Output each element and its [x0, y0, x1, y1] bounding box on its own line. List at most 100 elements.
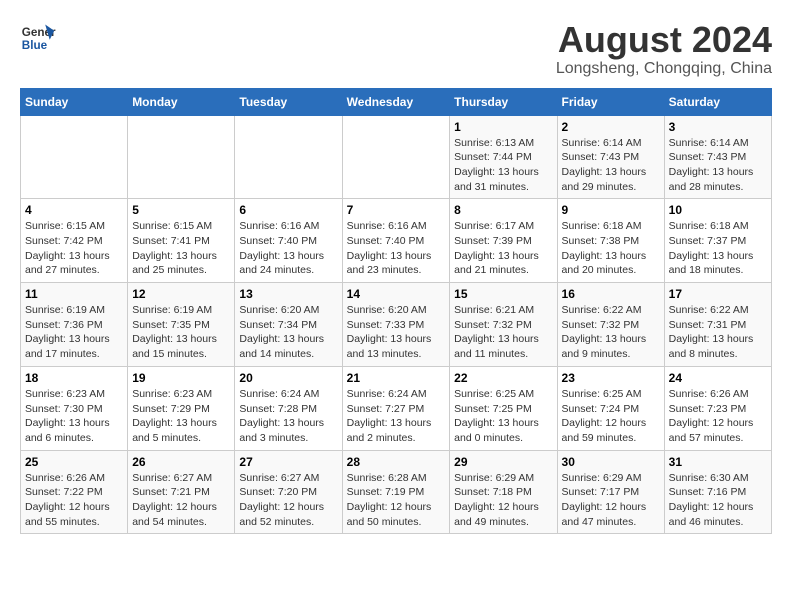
- day-number: 12: [132, 287, 230, 301]
- day-number: 14: [347, 287, 446, 301]
- day-info: Sunrise: 6:30 AMSunset: 7:16 PMDaylight:…: [669, 471, 767, 530]
- day-number: 18: [25, 371, 123, 385]
- calendar-cell: 1Sunrise: 6:13 AMSunset: 7:44 PMDaylight…: [450, 115, 557, 199]
- col-saturday: Saturday: [664, 88, 771, 115]
- day-number: 5: [132, 203, 230, 217]
- day-info: Sunrise: 6:16 AMSunset: 7:40 PMDaylight:…: [239, 219, 337, 278]
- day-number: 9: [562, 203, 660, 217]
- calendar-cell: 4Sunrise: 6:15 AMSunset: 7:42 PMDaylight…: [21, 199, 128, 283]
- day-info: Sunrise: 6:29 AMSunset: 7:18 PMDaylight:…: [454, 471, 552, 530]
- day-info: Sunrise: 6:23 AMSunset: 7:29 PMDaylight:…: [132, 387, 230, 446]
- day-info: Sunrise: 6:24 AMSunset: 7:27 PMDaylight:…: [347, 387, 446, 446]
- calendar-cell: [128, 115, 235, 199]
- day-info: Sunrise: 6:20 AMSunset: 7:34 PMDaylight:…: [239, 303, 337, 362]
- calendar-cell: 13 Sunrise: 6:20 AMSunset: 7:34 PMDayligh…: [235, 283, 342, 367]
- calendar-cell: 18 Sunrise: 6:23 AMSunset: 7:30 PMDayligh…: [21, 366, 128, 450]
- col-wednesday: Wednesday: [342, 88, 450, 115]
- calendar-cell: 29 Sunrise: 6:29 AMSunset: 7:18 PMDayligh…: [450, 450, 557, 534]
- day-info: Sunrise: 6:14 AMSunset: 7:43 PMDaylight:…: [669, 136, 767, 195]
- logo: General Blue: [20, 20, 56, 56]
- calendar-cell: 21Sunrise: 6:24 AMSunset: 7:27 PMDayligh…: [342, 366, 450, 450]
- calendar-cell: 19 Sunrise: 6:23 AMSunset: 7:29 PMDayligh…: [128, 366, 235, 450]
- calendar-cell: 25 Sunrise: 6:26 AMSunset: 7:22 PMDayligh…: [21, 450, 128, 534]
- day-info: Sunrise: 6:21 AMSunset: 7:32 PMDaylight:…: [454, 303, 552, 362]
- calendar-cell: 5Sunrise: 6:15 AMSunset: 7:41 PMDaylight…: [128, 199, 235, 283]
- calendar-cell: 15 Sunrise: 6:21 AMSunset: 7:32 PMDayligh…: [450, 283, 557, 367]
- calendar-week-1: 4Sunrise: 6:15 AMSunset: 7:42 PMDaylight…: [21, 199, 772, 283]
- calendar-cell: [235, 115, 342, 199]
- page-subtitle: Longsheng, Chongqing, China: [556, 60, 772, 78]
- col-monday: Monday: [128, 88, 235, 115]
- day-info: Sunrise: 6:24 AMSunset: 7:28 PMDaylight:…: [239, 387, 337, 446]
- day-number: 23: [562, 371, 660, 385]
- calendar-week-4: 25 Sunrise: 6:26 AMSunset: 7:22 PMDayligh…: [21, 450, 772, 534]
- day-info: Sunrise: 6:26 AMSunset: 7:23 PMDaylight:…: [669, 387, 767, 446]
- calendar-cell: 10 Sunrise: 6:18 AMSunset: 7:37 PMDayligh…: [664, 199, 771, 283]
- header-row: Sunday Monday Tuesday Wednesday Thursday…: [21, 88, 772, 115]
- calendar-cell: 20Sunrise: 6:24 AMSunset: 7:28 PMDayligh…: [235, 366, 342, 450]
- svg-text:Blue: Blue: [22, 39, 48, 52]
- calendar-table: Sunday Monday Tuesday Wednesday Thursday…: [20, 88, 772, 535]
- day-number: 15: [454, 287, 552, 301]
- day-info: Sunrise: 6:27 AMSunset: 7:20 PMDaylight:…: [239, 471, 337, 530]
- calendar-cell: 3Sunrise: 6:14 AMSunset: 7:43 PMDaylight…: [664, 115, 771, 199]
- col-thursday: Thursday: [450, 88, 557, 115]
- calendar-cell: 11Sunrise: 6:19 AMSunset: 7:36 PMDayligh…: [21, 283, 128, 367]
- title-block: August 2024 Longsheng, Chongqing, China: [556, 20, 772, 78]
- day-info: Sunrise: 6:23 AMSunset: 7:30 PMDaylight:…: [25, 387, 123, 446]
- day-number: 31: [669, 455, 767, 469]
- day-info: Sunrise: 6:29 AMSunset: 7:17 PMDaylight:…: [562, 471, 660, 530]
- day-number: 7: [347, 203, 446, 217]
- page-title: August 2024: [556, 20, 772, 60]
- calendar-cell: 22 Sunrise: 6:25 AMSunset: 7:25 PMDayligh…: [450, 366, 557, 450]
- calendar-week-3: 18 Sunrise: 6:23 AMSunset: 7:30 PMDayligh…: [21, 366, 772, 450]
- day-info: Sunrise: 6:26 AMSunset: 7:22 PMDaylight:…: [25, 471, 123, 530]
- day-info: Sunrise: 6:25 AMSunset: 7:25 PMDaylight:…: [454, 387, 552, 446]
- calendar-cell: 27 Sunrise: 6:27 AMSunset: 7:20 PMDayligh…: [235, 450, 342, 534]
- day-number: 13: [239, 287, 337, 301]
- day-number: 28: [347, 455, 446, 469]
- day-number: 17: [669, 287, 767, 301]
- logo-icon: General Blue: [20, 20, 56, 56]
- day-info: Sunrise: 6:13 AMSunset: 7:44 PMDaylight:…: [454, 136, 552, 195]
- day-number: 26: [132, 455, 230, 469]
- day-info: Sunrise: 6:25 AMSunset: 7:24 PMDaylight:…: [562, 387, 660, 446]
- day-info: Sunrise: 6:19 AMSunset: 7:35 PMDaylight:…: [132, 303, 230, 362]
- day-info: Sunrise: 6:14 AMSunset: 7:43 PMDaylight:…: [562, 136, 660, 195]
- day-number: 29: [454, 455, 552, 469]
- col-sunday: Sunday: [21, 88, 128, 115]
- calendar-cell: 31 Sunrise: 6:30 AMSunset: 7:16 PMDayligh…: [664, 450, 771, 534]
- day-info: Sunrise: 6:18 AMSunset: 7:38 PMDaylight:…: [562, 219, 660, 278]
- calendar-cell: 16 Sunrise: 6:22 AMSunset: 7:32 PMDayligh…: [557, 283, 664, 367]
- calendar-cell: [342, 115, 450, 199]
- day-number: 25: [25, 455, 123, 469]
- day-info: Sunrise: 6:17 AMSunset: 7:39 PMDaylight:…: [454, 219, 552, 278]
- calendar-cell: 23 Sunrise: 6:25 AMSunset: 7:24 PMDayligh…: [557, 366, 664, 450]
- day-info: Sunrise: 6:15 AMSunset: 7:42 PMDaylight:…: [25, 219, 123, 278]
- calendar-cell: 28 Sunrise: 6:28 AMSunset: 7:19 PMDayligh…: [342, 450, 450, 534]
- day-number: 22: [454, 371, 552, 385]
- day-info: Sunrise: 6:16 AMSunset: 7:40 PMDaylight:…: [347, 219, 446, 278]
- calendar-cell: 2 Sunrise: 6:14 AMSunset: 7:43 PMDaylight…: [557, 115, 664, 199]
- calendar-cell: [21, 115, 128, 199]
- calendar-week-0: 1Sunrise: 6:13 AMSunset: 7:44 PMDaylight…: [21, 115, 772, 199]
- day-info: Sunrise: 6:28 AMSunset: 7:19 PMDaylight:…: [347, 471, 446, 530]
- calendar-cell: 30 Sunrise: 6:29 AMSunset: 7:17 PMDayligh…: [557, 450, 664, 534]
- day-number: 6: [239, 203, 337, 217]
- calendar-cell: 24 Sunrise: 6:26 AMSunset: 7:23 PMDayligh…: [664, 366, 771, 450]
- calendar-week-2: 11Sunrise: 6:19 AMSunset: 7:36 PMDayligh…: [21, 283, 772, 367]
- day-info: Sunrise: 6:22 AMSunset: 7:31 PMDaylight:…: [669, 303, 767, 362]
- day-number: 24: [669, 371, 767, 385]
- day-number: 11: [25, 287, 123, 301]
- day-info: Sunrise: 6:20 AMSunset: 7:33 PMDaylight:…: [347, 303, 446, 362]
- day-number: 10: [669, 203, 767, 217]
- day-number: 2: [562, 120, 660, 134]
- day-info: Sunrise: 6:22 AMSunset: 7:32 PMDaylight:…: [562, 303, 660, 362]
- day-info: Sunrise: 6:18 AMSunset: 7:37 PMDaylight:…: [669, 219, 767, 278]
- day-number: 19: [132, 371, 230, 385]
- day-number: 27: [239, 455, 337, 469]
- col-friday: Friday: [557, 88, 664, 115]
- day-number: 16: [562, 287, 660, 301]
- calendar-cell: 7 Sunrise: 6:16 AMSunset: 7:40 PMDaylight…: [342, 199, 450, 283]
- day-number: 30: [562, 455, 660, 469]
